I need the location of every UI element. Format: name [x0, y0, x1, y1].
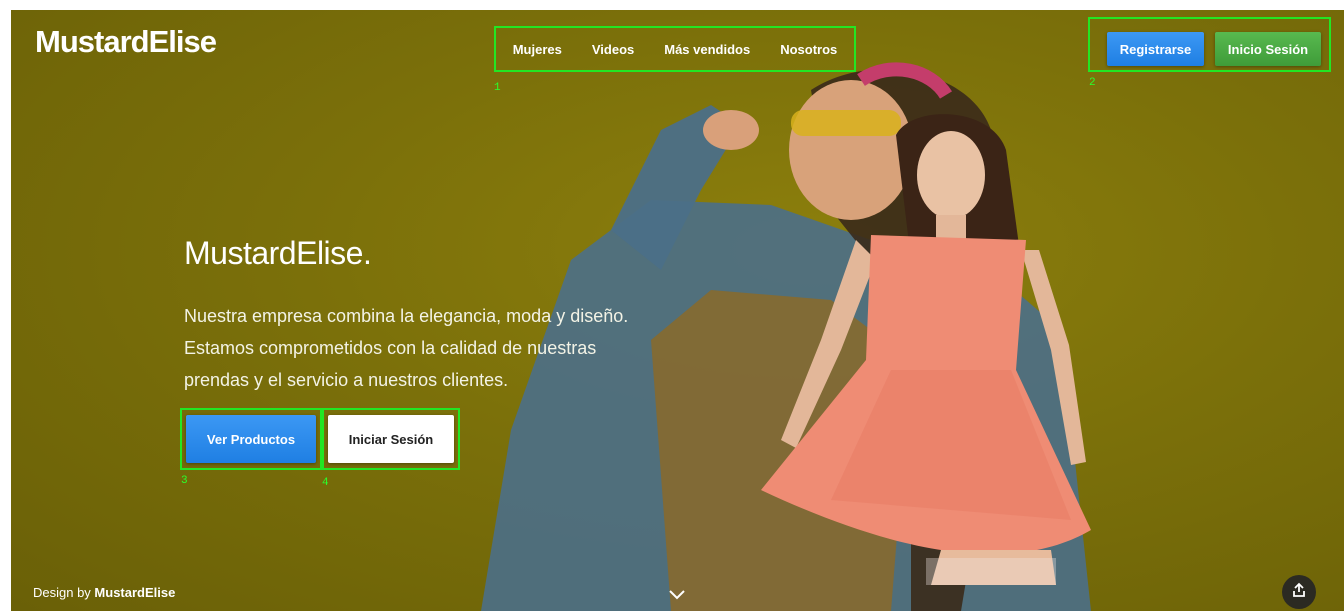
view-products-button[interactable]: Ver Productos — [186, 415, 316, 463]
register-button[interactable]: Registrarse — [1107, 32, 1204, 66]
site-logo[interactable]: MustardElise — [35, 24, 217, 60]
photo-cutout — [926, 558, 1056, 585]
front-face — [917, 131, 985, 219]
annotation-label-4: 4 — [322, 477, 329, 489]
hero-description-line-2: Estamos comprometidos con la calidad de … — [184, 338, 597, 358]
highlight-box-4: Iniciar Sesión — [322, 408, 460, 470]
chevron-down-icon[interactable] — [668, 588, 686, 606]
main-nav: Mujeres Videos Más vendidos Nosotros — [494, 26, 856, 72]
share-icon — [1291, 582, 1307, 603]
hero-description: Nuestra empresa combina la elegancia, mo… — [184, 300, 664, 396]
nav-item-mas-vendidos[interactable]: Más vendidos — [664, 42, 750, 57]
highlight-box-3: Ver Productos — [180, 408, 322, 470]
hero-section: MustardElise Mujeres Videos Más vendidos… — [11, 10, 1344, 611]
credit-link[interactable]: MustardElise — [94, 585, 175, 600]
credit-prefix: Design by — [33, 585, 95, 600]
annotation-label-2: 2 — [1089, 77, 1096, 89]
annotation-label-3: 3 — [181, 475, 188, 487]
share-button[interactable] — [1282, 575, 1316, 609]
hero-description-line-3: prendas y el servicio a nuestros cliente… — [184, 370, 509, 390]
hero-description-line-1: Nuestra empresa combina la elegancia, mo… — [184, 306, 629, 326]
design-credit: Design by MustardElise — [33, 585, 175, 600]
raised-hand — [703, 110, 759, 150]
nav-item-videos[interactable]: Videos — [592, 42, 634, 57]
nav-item-nosotros[interactable]: Nosotros — [780, 42, 837, 57]
nav-item-mujeres[interactable]: Mujeres — [513, 42, 562, 57]
sunglasses — [791, 110, 901, 136]
hero-title: MustardElise. — [184, 235, 372, 271]
annotation-label-1: 1 — [494, 82, 501, 94]
auth-button-group: Registrarse Inicio Sesión — [1088, 17, 1331, 72]
page: MustardElise Mujeres Videos Más vendidos… — [0, 0, 1344, 611]
sign-in-button[interactable]: Iniciar Sesión — [328, 415, 454, 463]
login-button[interactable]: Inicio Sesión — [1215, 32, 1321, 66]
back-face — [789, 80, 913, 220]
